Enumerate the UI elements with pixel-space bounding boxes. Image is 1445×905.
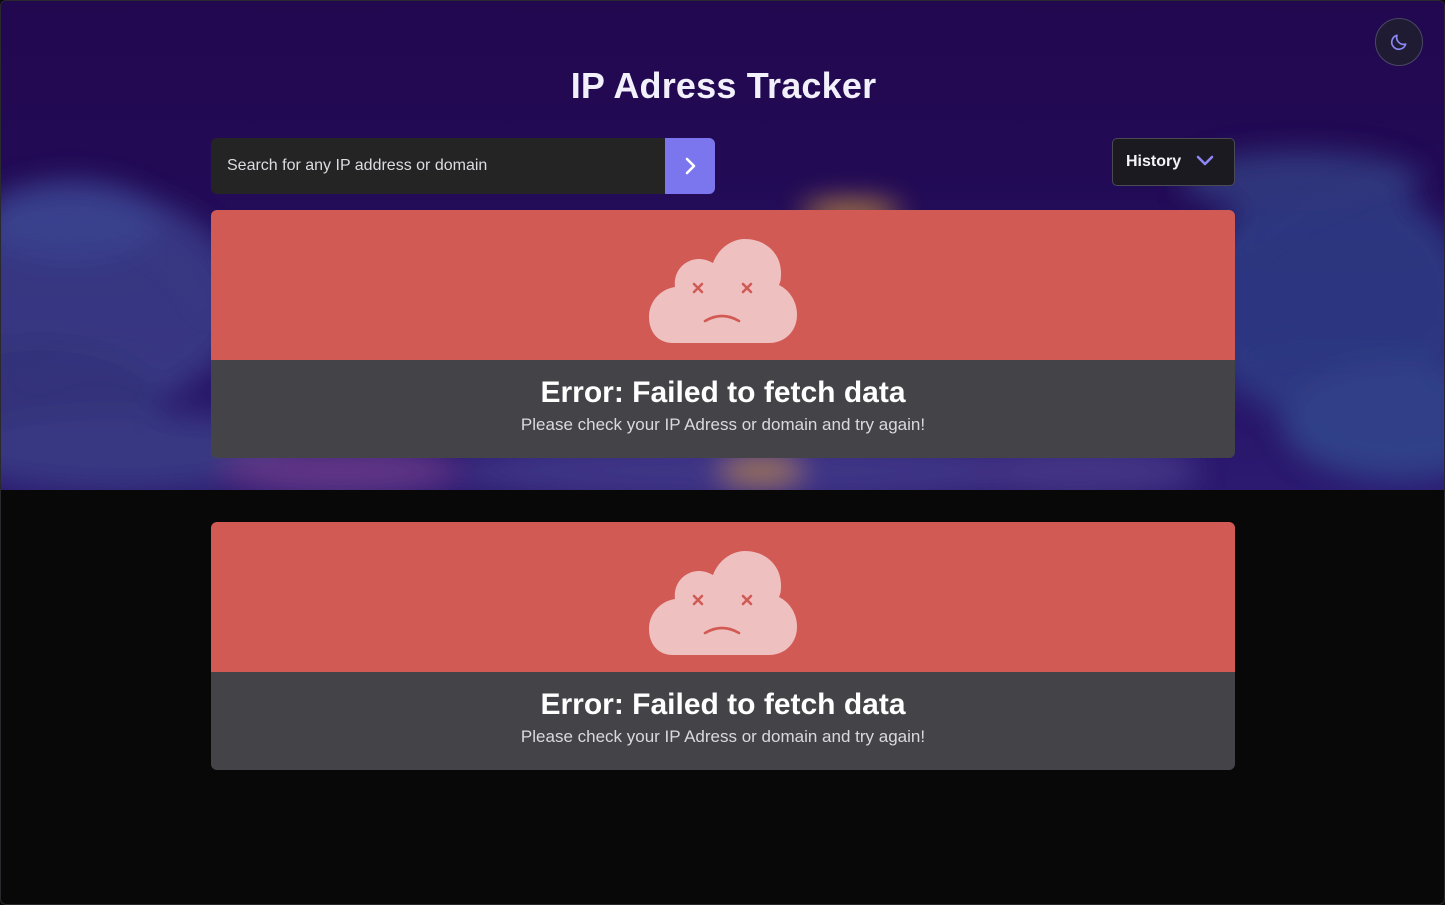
- error-message: Please check your IP Adress or domain an…: [520, 415, 926, 434]
- error-title: Error: Failed to fetch data: [540, 688, 906, 721]
- error-body: Error: Failed to fetch data Please check…: [211, 672, 1235, 770]
- chevron-down-icon: [1196, 155, 1214, 166]
- moon-icon: [1390, 34, 1407, 51]
- app-window: IP Adress Tracker History: [0, 0, 1445, 905]
- sad-cloud-icon: [649, 239, 797, 343]
- page-title: IP Adress Tracker: [570, 65, 877, 106]
- theme-toggle-button[interactable]: [1375, 18, 1423, 66]
- error-body: Error: Failed to fetch data Please check…: [211, 360, 1235, 458]
- hero-section: IP Adress Tracker History: [1, 1, 1444, 490]
- sad-cloud-icon: [649, 551, 797, 655]
- error-card: Error: Failed to fetch data Please check…: [211, 522, 1235, 770]
- search-bar: [211, 138, 715, 194]
- error-banner: [211, 522, 1235, 672]
- search-submit-button[interactable]: [665, 138, 715, 194]
- history-label: History: [1126, 153, 1182, 170]
- error-banner: [211, 210, 1235, 360]
- chevron-right-icon: [685, 157, 696, 175]
- error-message: Please check your IP Adress or domain an…: [520, 727, 926, 746]
- error-card: Error: Failed to fetch data Please check…: [211, 210, 1235, 458]
- search-input[interactable]: [211, 138, 665, 194]
- error-title: Error: Failed to fetch data: [540, 376, 906, 409]
- history-dropdown[interactable]: History: [1112, 138, 1235, 186]
